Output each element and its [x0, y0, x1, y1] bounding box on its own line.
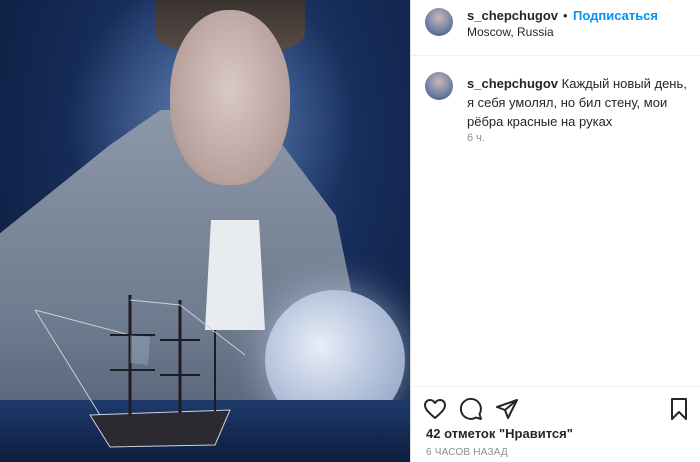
action-bar	[411, 386, 700, 427]
caption-text: s_chepchugov Каждый новый день, я себя у…	[467, 74, 687, 131]
author-avatar[interactable]	[425, 8, 453, 36]
caption-username[interactable]: s_chepchugov	[467, 76, 558, 91]
face	[170, 10, 290, 185]
caption-age[interactable]: 6 ч.	[467, 132, 485, 144]
comment-bubble-icon[interactable]	[459, 397, 483, 421]
post-image[interactable]	[0, 0, 410, 462]
author-username[interactable]: s_chepchugov	[467, 8, 558, 23]
location-link[interactable]: Moscow, Russia	[467, 25, 554, 39]
post-header: s_chepchugov • Подписаться Moscow, Russi…	[411, 0, 700, 56]
sailing-ship	[34, 295, 246, 448]
separator-dot: •	[563, 8, 568, 23]
heart-icon[interactable]	[423, 397, 447, 421]
post-timestamp[interactable]: 6 ЧАСОВ НАЗАД	[426, 447, 508, 458]
paper-plane-icon[interactable]	[495, 397, 519, 421]
caption-avatar[interactable]	[425, 72, 453, 100]
likes-count[interactable]: 42 отметок "Нравится"	[426, 426, 573, 441]
bookmark-icon[interactable]	[667, 397, 691, 421]
follow-button[interactable]: Подписаться	[573, 8, 658, 23]
